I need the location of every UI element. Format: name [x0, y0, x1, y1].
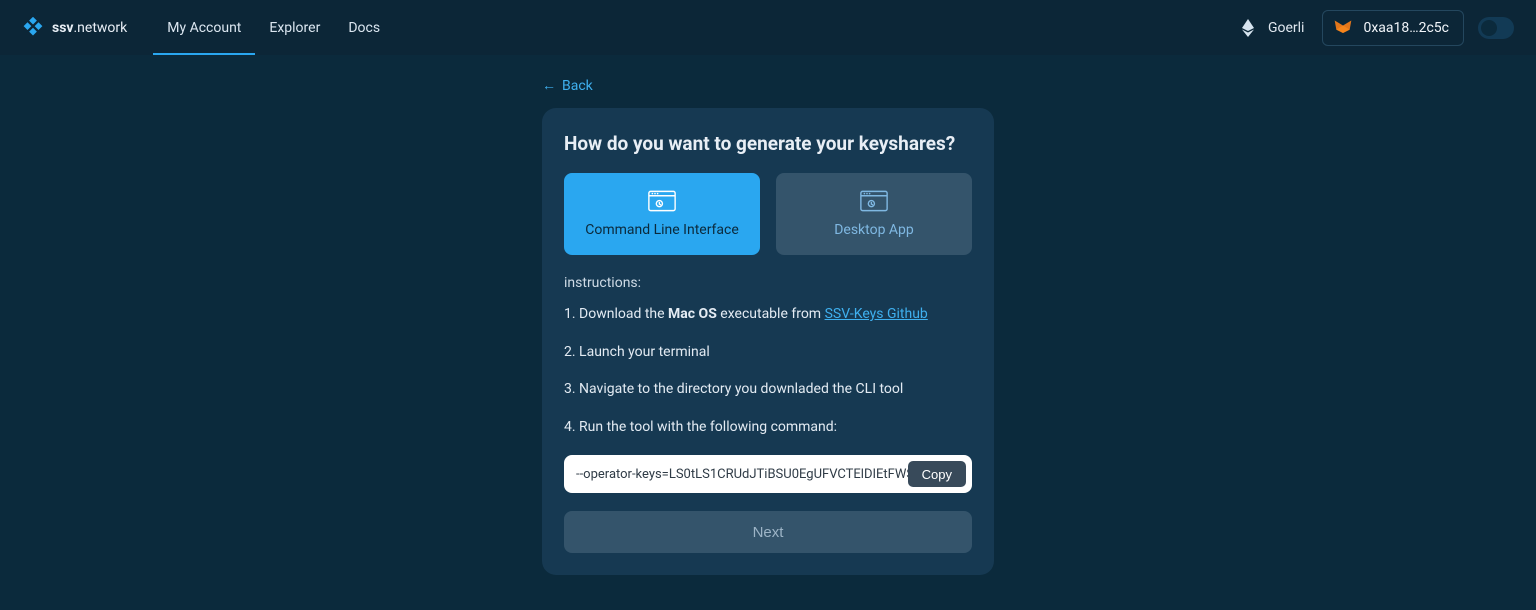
network-name: Goerli [1268, 20, 1305, 36]
moon-icon [1483, 21, 1495, 33]
option-desktop-label: Desktop App [834, 222, 914, 238]
step-2: 2. Launch your terminal [564, 343, 972, 363]
card-title: How do you want to generate your keyshar… [564, 132, 972, 155]
app-window-icon [860, 190, 888, 212]
option-cli[interactable]: Command Line Interface [564, 173, 760, 255]
back-link[interactable]: ← Back [542, 77, 994, 94]
ethereum-icon [1242, 19, 1254, 37]
arrow-left-icon: ← [542, 77, 556, 94]
copy-button[interactable]: Copy [908, 461, 966, 487]
metamask-icon [1333, 18, 1353, 38]
ssv-keys-github-link[interactable]: SSV-Keys Github [825, 306, 928, 322]
generation-options: Command Line Interface Desktop App [564, 173, 972, 255]
network-indicator[interactable]: Goerli [1242, 19, 1305, 37]
wallet-address: 0xaa18…2c5c [1363, 20, 1449, 36]
wallet-button[interactable]: 0xaa18…2c5c [1322, 10, 1464, 46]
keyshares-card: How do you want to generate your keyshar… [542, 108, 994, 575]
command-row: Copy [564, 455, 972, 493]
step-1: 1. Download the Mac OS executable from S… [564, 305, 972, 325]
nav-links: My Account Explorer Docs [153, 0, 394, 55]
step-4: 4. Run the tool with the following comma… [564, 418, 972, 438]
nav-link-explorer[interactable]: Explorer [255, 0, 334, 55]
back-label: Back [562, 78, 593, 94]
brand-mark-icon [22, 17, 44, 39]
brand-text: ssv.network [52, 20, 127, 36]
terminal-window-icon [648, 190, 676, 212]
theme-toggle[interactable] [1478, 17, 1514, 39]
command-input[interactable] [576, 467, 908, 482]
brand-logo[interactable]: ssv.network [22, 17, 127, 39]
nav-link-my-account[interactable]: My Account [153, 0, 255, 55]
main-area: ← Back How do you want to generate your … [0, 55, 1536, 575]
instructions-label: instructions: [564, 275, 972, 291]
step-3: 3. Navigate to the directory you downlad… [564, 380, 972, 400]
option-desktop[interactable]: Desktop App [776, 173, 972, 255]
nav-link-docs[interactable]: Docs [334, 0, 394, 55]
top-nav: ssv.network My Account Explorer Docs Goe… [0, 0, 1536, 55]
option-cli-label: Command Line Interface [585, 222, 739, 238]
next-button[interactable]: Next [564, 511, 972, 553]
